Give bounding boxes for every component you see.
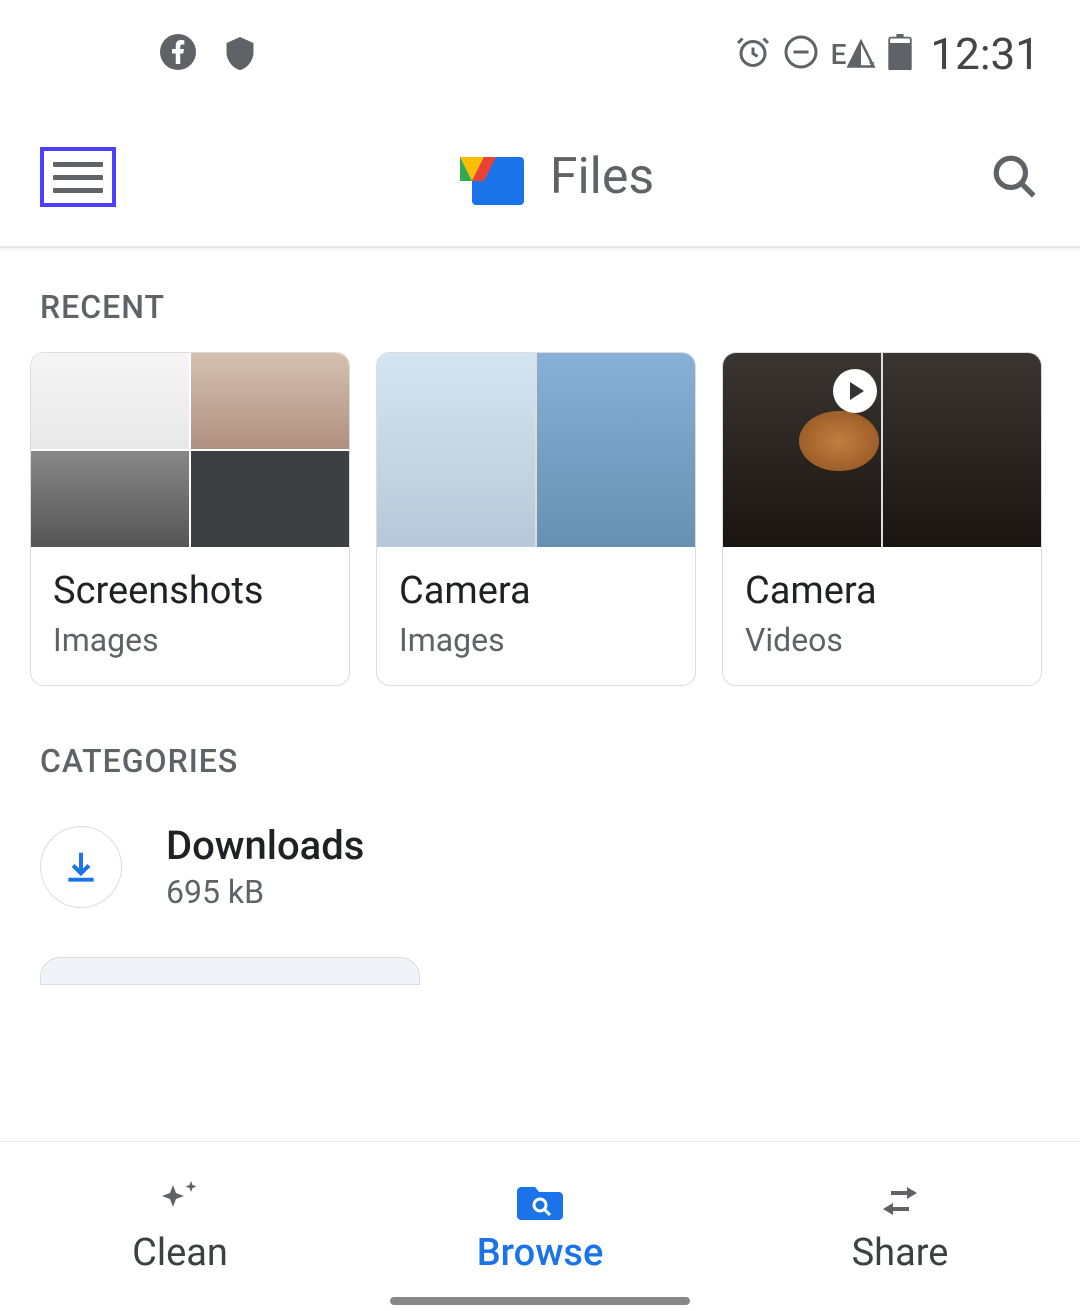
- status-bar: E × 12:31: [0, 0, 1080, 108]
- alarm-icon: [735, 34, 771, 74]
- card-subtitle: Videos: [745, 621, 1019, 659]
- recent-card-camera-videos[interactable]: Camera Videos: [722, 352, 1042, 686]
- facebook-icon: [160, 34, 196, 74]
- card-subtitle: Images: [53, 621, 327, 659]
- nav-label: Clean: [132, 1231, 228, 1275]
- folder-search-icon: [513, 1179, 567, 1223]
- bottom-nav: Clean Browse Share: [0, 1141, 1080, 1311]
- nav-share[interactable]: Share: [720, 1142, 1080, 1311]
- content: RECENT Screenshots Images Camera Images: [0, 248, 1080, 1141]
- status-time: 12:31: [930, 28, 1040, 80]
- home-indicator[interactable]: [390, 1297, 690, 1305]
- search-button[interactable]: [990, 152, 1040, 202]
- card-thumbnail: [31, 353, 349, 547]
- files-logo-icon: [460, 149, 524, 205]
- network-edge-icon: E ×: [831, 38, 877, 71]
- categories-header: CATEGORIES: [0, 686, 1080, 806]
- card-title: Camera: [745, 569, 1019, 613]
- recent-header: RECENT: [0, 248, 1080, 352]
- card-title: Screenshots: [53, 569, 327, 613]
- download-icon: [40, 826, 122, 908]
- recent-card-camera-images[interactable]: Camera Images: [376, 352, 696, 686]
- app-title: Files: [550, 148, 654, 206]
- card-subtitle: Images: [399, 621, 673, 659]
- dnd-icon: [783, 34, 819, 74]
- card-thumbnail: [377, 353, 695, 547]
- nav-browse[interactable]: Browse: [360, 1142, 720, 1311]
- svg-text:×: ×: [869, 58, 876, 69]
- recent-card-screenshots[interactable]: Screenshots Images: [30, 352, 350, 686]
- card-thumbnail: [723, 353, 1041, 547]
- category-downloads[interactable]: Downloads 695 kB: [0, 806, 1080, 927]
- category-size: 695 kB: [166, 873, 364, 911]
- partial-category-item[interactable]: [40, 957, 420, 985]
- sparkle-icon: [153, 1179, 207, 1223]
- status-left: [160, 34, 258, 74]
- hamburger-menu-button[interactable]: [40, 147, 116, 207]
- nav-label: Share: [852, 1231, 949, 1275]
- nav-label: Browse: [477, 1231, 604, 1275]
- card-title: Camera: [399, 569, 673, 613]
- share-arrows-icon: [873, 1179, 927, 1223]
- play-icon: [833, 369, 877, 413]
- app-bar: Files: [0, 108, 1080, 248]
- shield-icon: [222, 34, 258, 74]
- battery-icon: [888, 34, 912, 74]
- status-right: E × 12:31: [735, 28, 1040, 80]
- recent-cards-row[interactable]: Screenshots Images Camera Images Camera …: [0, 352, 1080, 686]
- category-title: Downloads: [166, 822, 364, 869]
- nav-clean[interactable]: Clean: [0, 1142, 360, 1311]
